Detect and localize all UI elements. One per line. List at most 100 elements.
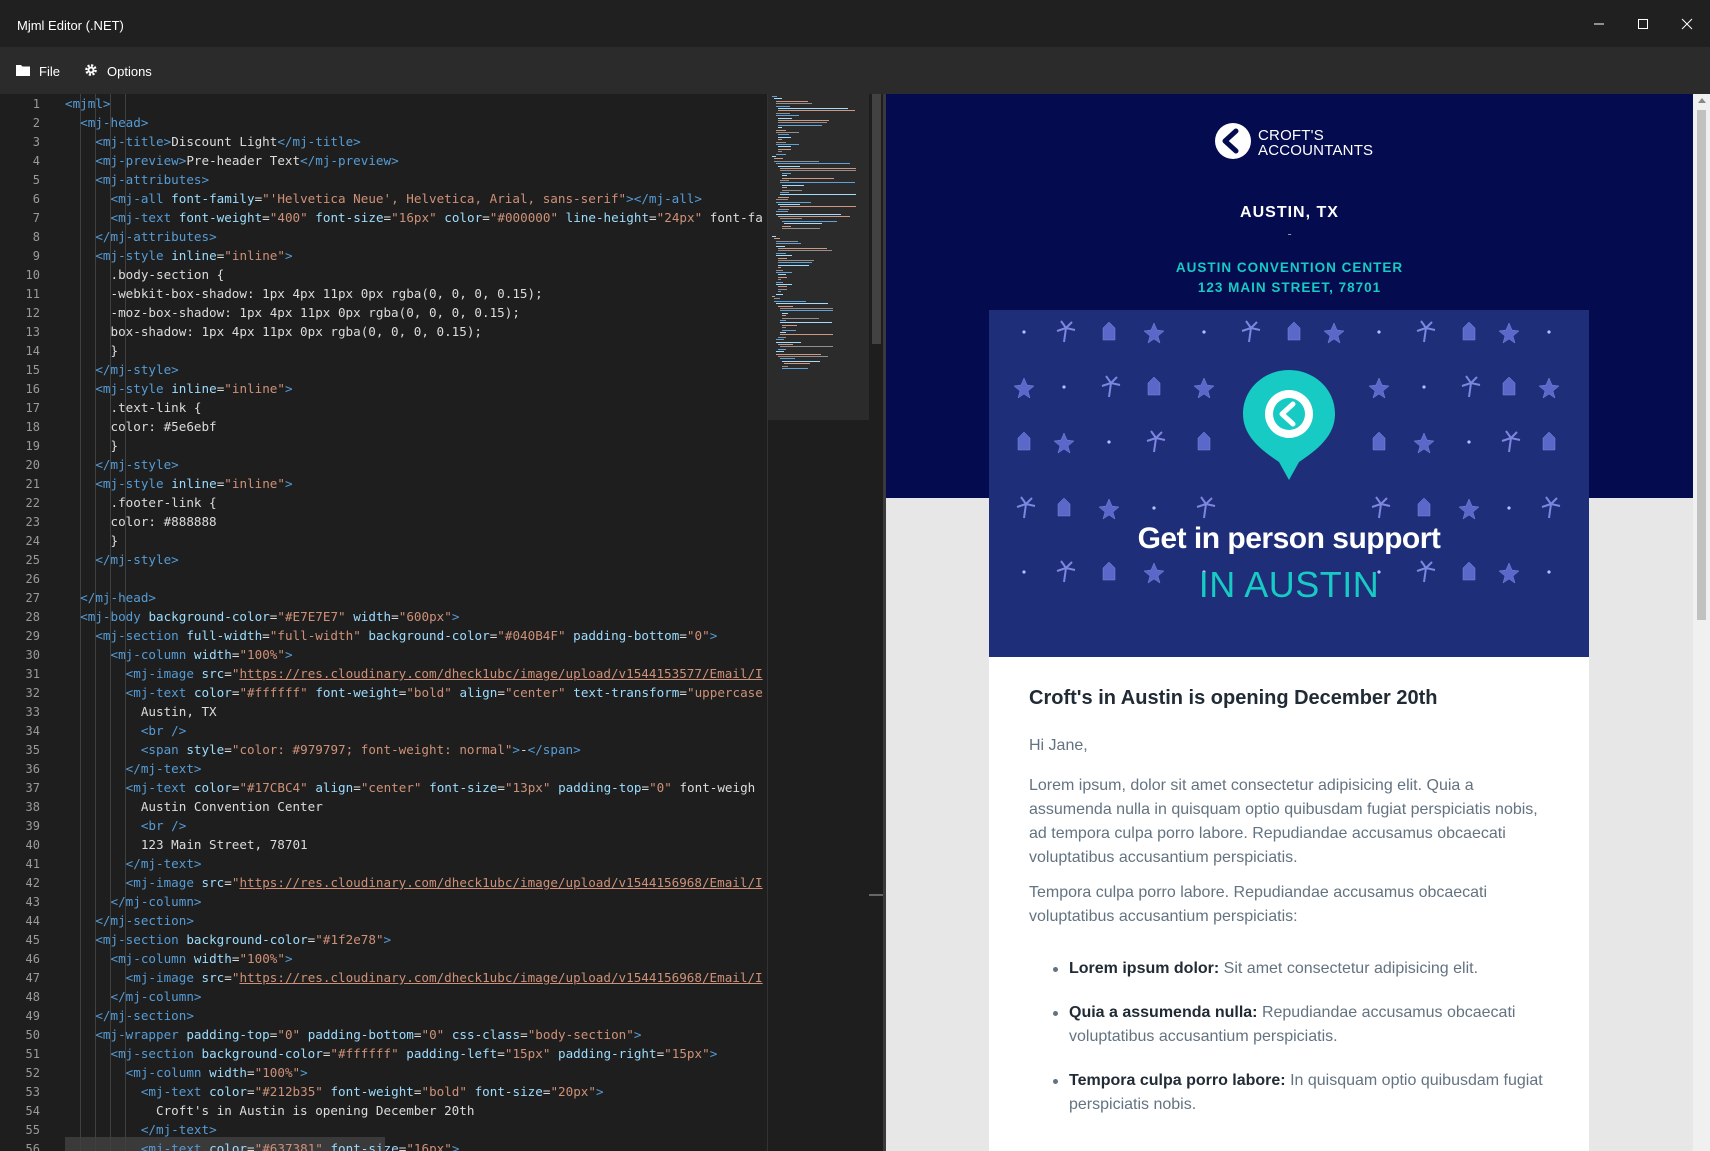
code-line[interactable]: <mj-style inline="inline"> [65, 246, 292, 265]
line-number: 15 [25, 363, 40, 377]
brand-logo: CROFT'S ACCOUNTANTS [1214, 122, 1373, 164]
code-line[interactable]: </mj-section> [65, 1006, 194, 1025]
building-icon [1372, 431, 1386, 451]
code-line[interactable]: Croft's in Austin is opening December 20… [65, 1101, 474, 1120]
code-editor[interactable]: 1 2 3 4 5 6 7 8 9 10 11 12 13 14 15 16 17 18 19 20 21 22 23 24 2… [0, 94, 883, 1151]
minimap-viewport[interactable] [768, 94, 869, 420]
pattern-dot [1202, 330, 1206, 334]
minimize-button[interactable] [1576, 0, 1622, 48]
code-line[interactable]: <br /> [65, 721, 187, 740]
code-line[interactable]: <mj-text color="#ffffff" font-weight="bo… [65, 683, 763, 702]
code-line[interactable]: } [65, 436, 118, 455]
pattern-dot [1377, 330, 1381, 334]
code-line[interactable]: .body-section { [65, 265, 224, 284]
star-icon [1368, 377, 1390, 399]
code-line[interactable]: <mj-text color="#212b35" font-weight="bo… [65, 1082, 604, 1101]
logo-text-2: ACCOUNTANTS [1258, 142, 1374, 159]
line-number: 55 [25, 1123, 40, 1137]
email-heading: Croft's in Austin is opening December 20… [1029, 687, 1438, 709]
code-line[interactable]: </mj-section> [65, 911, 194, 930]
menu-file[interactable]: File [16, 62, 60, 80]
bullet-label: Quia a assumenda nulla: [1069, 1004, 1258, 1021]
code-line[interactable]: <mj-title>Discount Light</mj-title> [65, 132, 360, 151]
code-line[interactable]: <mj-column width="100%"> [65, 645, 293, 664]
menu-options[interactable]: Options [84, 62, 152, 80]
line-number: 4 [32, 154, 40, 168]
code-line[interactable]: </mj-head> [65, 588, 156, 607]
code-line[interactable]: </mj-style> [65, 360, 178, 379]
code-line[interactable]: <mj-section background-color="#ffffff" p… [65, 1044, 718, 1063]
code-line[interactable]: <mj-style inline="inline"> [65, 379, 292, 398]
code-line[interactable]: <mjml> [65, 94, 111, 113]
preview-scrollbar[interactable] [1693, 94, 1710, 1151]
preview-scrollbar-thumb[interactable] [1697, 110, 1706, 620]
line-number: 22 [25, 496, 40, 510]
code-minimap[interactable] [767, 94, 869, 1151]
code-line[interactable]: <mj-style inline="inline"> [65, 474, 292, 493]
code-area[interactable]: <mjml> <mj-head> <mj-title>Discount Ligh… [65, 94, 767, 1151]
code-line[interactable]: color: #888888 [65, 512, 216, 531]
code-line[interactable]: <mj-head> [65, 113, 148, 132]
line-number: 43 [25, 895, 40, 909]
code-line[interactable]: <mj-preview>Pre-header Text</mj-preview> [65, 151, 398, 170]
code-line[interactable]: } [65, 531, 118, 550]
code-line[interactable]: <mj-attributes> [65, 170, 209, 189]
email-greeting: Hi Jane, [1029, 737, 1088, 754]
code-line[interactable]: <mj-section full-width="full-width" back… [65, 626, 717, 645]
code-line[interactable]: <mj-wrapper padding-top="0" padding-bott… [65, 1025, 641, 1044]
bullet-text: Sit amet consectetur adipisicing elit. [1219, 960, 1479, 977]
code-line[interactable]: </mj-style> [65, 455, 178, 474]
line-number: 52 [25, 1066, 40, 1080]
email-paragraph-1: Lorem ipsum, dolor sit amet consectetur … [1029, 777, 1538, 866]
building-icon [1542, 431, 1556, 451]
code-line[interactable]: Austin Convention Center [65, 797, 323, 816]
code-line[interactable]: box-shadow: 1px 4px 11px 0px rgba(0, 0, … [65, 322, 482, 341]
building-icon [1017, 431, 1031, 451]
code-line[interactable]: <br /> [65, 816, 187, 835]
code-line[interactable]: <mj-section background-color="#1f2e78"> [65, 930, 391, 949]
code-line[interactable]: <mj-text font-weight="400" font-size="16… [65, 208, 763, 227]
star-icon [1538, 377, 1560, 399]
maximize-button[interactable] [1620, 0, 1666, 48]
menu-bar: File Options [0, 48, 1710, 94]
code-line[interactable]: <mj-text color="#637381" font-size="16px… [65, 1139, 460, 1151]
close-button[interactable] [1664, 0, 1710, 48]
code-line[interactable]: } [65, 341, 118, 360]
code-line[interactable]: <mj-image src="https://res.cloudinary.co… [65, 968, 763, 987]
line-number: 56 [25, 1142, 40, 1151]
editor-scrollbar[interactable] [869, 94, 883, 1151]
code-line[interactable]: <mj-image src="https://res.cloudinary.co… [65, 873, 763, 892]
code-line[interactable]: <mj-body background-color="#E7E7E7" widt… [65, 607, 459, 626]
line-number: 5 [32, 173, 40, 187]
code-line[interactable]: </mj-column> [65, 892, 202, 911]
bullet-item: Lorem ipsum dolor: Sit amet consectetur … [1029, 957, 1549, 981]
code-line[interactable]: <mj-all font-family="'Helvetica Neue', H… [65, 189, 703, 208]
code-line[interactable]: </mj-text> [65, 759, 202, 778]
star-icon [1498, 322, 1520, 344]
code-line[interactable]: </mj-attributes> [65, 227, 216, 246]
editor-scrollbar-thumb[interactable] [872, 94, 881, 344]
code-line[interactable]: -moz-box-shadow: 1px 4px 11px 0px rgba(0… [65, 303, 519, 322]
code-line[interactable]: -webkit-box-shadow: 1px 4px 11px 0px rgb… [65, 284, 542, 303]
code-line[interactable]: <mj-column width="100%"> [65, 949, 293, 968]
code-line[interactable]: <span style="color: #979797; font-weight… [65, 740, 581, 759]
line-number: 11 [25, 287, 40, 301]
code-line[interactable]: </mj-text> [65, 854, 202, 873]
pattern-dot [1467, 440, 1471, 444]
code-line[interactable]: <mj-text color="#17CBC4" align="center" … [65, 778, 756, 797]
code-line[interactable]: .footer-link { [65, 493, 216, 512]
line-number: 18 [25, 420, 40, 434]
code-line[interactable]: .text-link { [65, 398, 201, 417]
line-number: 48 [25, 990, 40, 1004]
code-line[interactable]: </mj-column> [65, 987, 202, 1006]
code-line[interactable]: <mj-image src="https://res.cloudinary.co… [65, 664, 763, 683]
bullet-label: Tempora culpa porro labore: [1069, 1072, 1286, 1089]
scroll-up-icon[interactable] [1698, 98, 1706, 103]
code-line[interactable]: </mj-text> [65, 1120, 217, 1139]
code-line[interactable]: <mj-column width="100%"> [65, 1063, 308, 1082]
code-line[interactable]: </mj-style> [65, 550, 178, 569]
line-number: 16 [25, 382, 40, 396]
code-line[interactable]: 123 Main Street, 78701 [65, 835, 308, 854]
code-line[interactable]: color: #5e6ebf [65, 417, 216, 436]
code-line[interactable]: Austin, TX [65, 702, 217, 721]
